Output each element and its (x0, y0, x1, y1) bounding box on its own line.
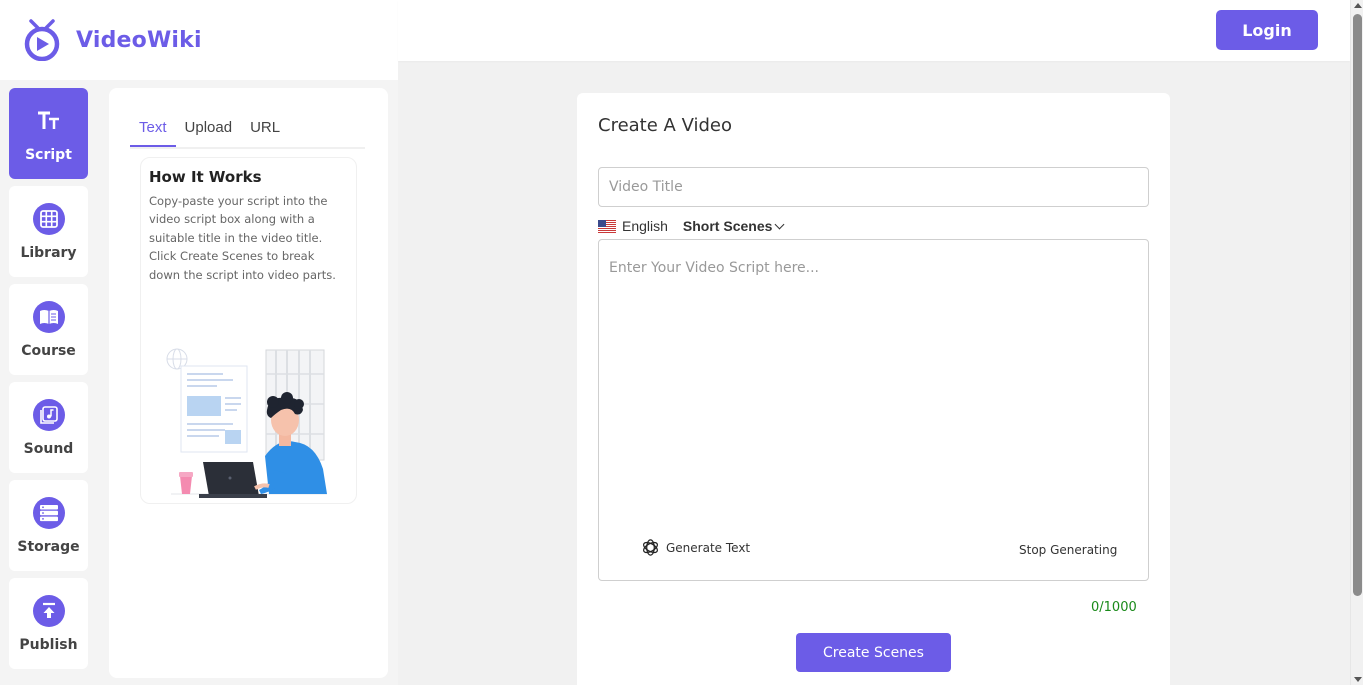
us-flag-icon (598, 219, 616, 233)
how-it-works-card: How It Works Copy-paste your script into… (140, 157, 357, 504)
script-tabs: Text Upload URL (130, 116, 365, 149)
sidebar-item-label: Publish (19, 636, 78, 653)
grid-icon (32, 202, 65, 235)
login-button[interactable]: Login (1216, 10, 1318, 50)
app-name: VideoWiki (76, 27, 202, 53)
music-note-icon (32, 398, 65, 431)
storage-icon (32, 496, 65, 529)
top-bar (398, 0, 1350, 61)
chevron-down-icon (774, 219, 785, 229)
sidebar-item-label: Sound (23, 440, 74, 457)
create-video-card: Create A Video English Short Scenes (577, 93, 1170, 685)
script-panel: Text Upload URL How It Works Copy-paste … (109, 88, 388, 678)
script-box: Generate Text Stop Generating (598, 239, 1149, 581)
scene-mode-label: Short Scenes (682, 218, 773, 234)
create-scenes-button[interactable]: Create Scenes (796, 633, 951, 672)
sidebar-item-label: Course (21, 342, 76, 359)
how-it-works-description: Copy-paste your script into the video sc… (149, 194, 336, 282)
video-title-input[interactable] (598, 167, 1149, 207)
page-title: Create A Video (598, 115, 732, 136)
videowiki-logo-icon (24, 19, 60, 61)
text-size-icon (33, 105, 65, 137)
sidebar-item-library[interactable]: Library (9, 186, 88, 277)
sidebar-item-label: Script (25, 146, 72, 163)
scene-mode-dropdown[interactable]: Short Scenes (682, 218, 785, 234)
sidebar-item-script[interactable]: Script (9, 88, 88, 179)
openai-icon (643, 539, 658, 556)
sidebar-item-publish[interactable]: Publish (9, 578, 88, 669)
scroll-thumb[interactable] (1353, 14, 1362, 596)
generate-text-button[interactable]: Generate Text (641, 538, 750, 557)
person-at-laptop-illustration (166, 348, 327, 498)
sidebar-item-storage[interactable]: Storage (9, 480, 88, 571)
character-counter: 0/1000 (1091, 600, 1137, 615)
scroll-down-icon[interactable] (1354, 677, 1362, 682)
sidebar-item-sound[interactable]: Sound (9, 382, 88, 473)
how-it-works-title: How It Works (149, 168, 262, 186)
tab-url[interactable]: URL (241, 116, 289, 147)
sidebar-item-label: Storage (17, 538, 80, 555)
stop-generating-button[interactable]: Stop Generating (1019, 543, 1117, 557)
logo[interactable]: VideoWiki (0, 0, 398, 80)
scroll-up-icon[interactable] (1354, 3, 1362, 8)
generate-text-label: Generate Text (666, 540, 751, 555)
tab-upload[interactable]: Upload (176, 116, 242, 147)
video-script-input[interactable] (599, 240, 1148, 520)
language-selector[interactable]: English (622, 218, 668, 234)
sidebar-item-label: Library (20, 244, 77, 261)
upload-icon (32, 594, 65, 627)
tab-text[interactable]: Text (130, 116, 176, 147)
script-options: English Short Scenes (598, 217, 785, 235)
sidebar-nav: Script Library Course Sound Storage Publ… (9, 88, 88, 676)
book-icon (32, 300, 65, 333)
sidebar-item-course[interactable]: Course (9, 284, 88, 375)
scrollbar[interactable] (1350, 0, 1363, 685)
